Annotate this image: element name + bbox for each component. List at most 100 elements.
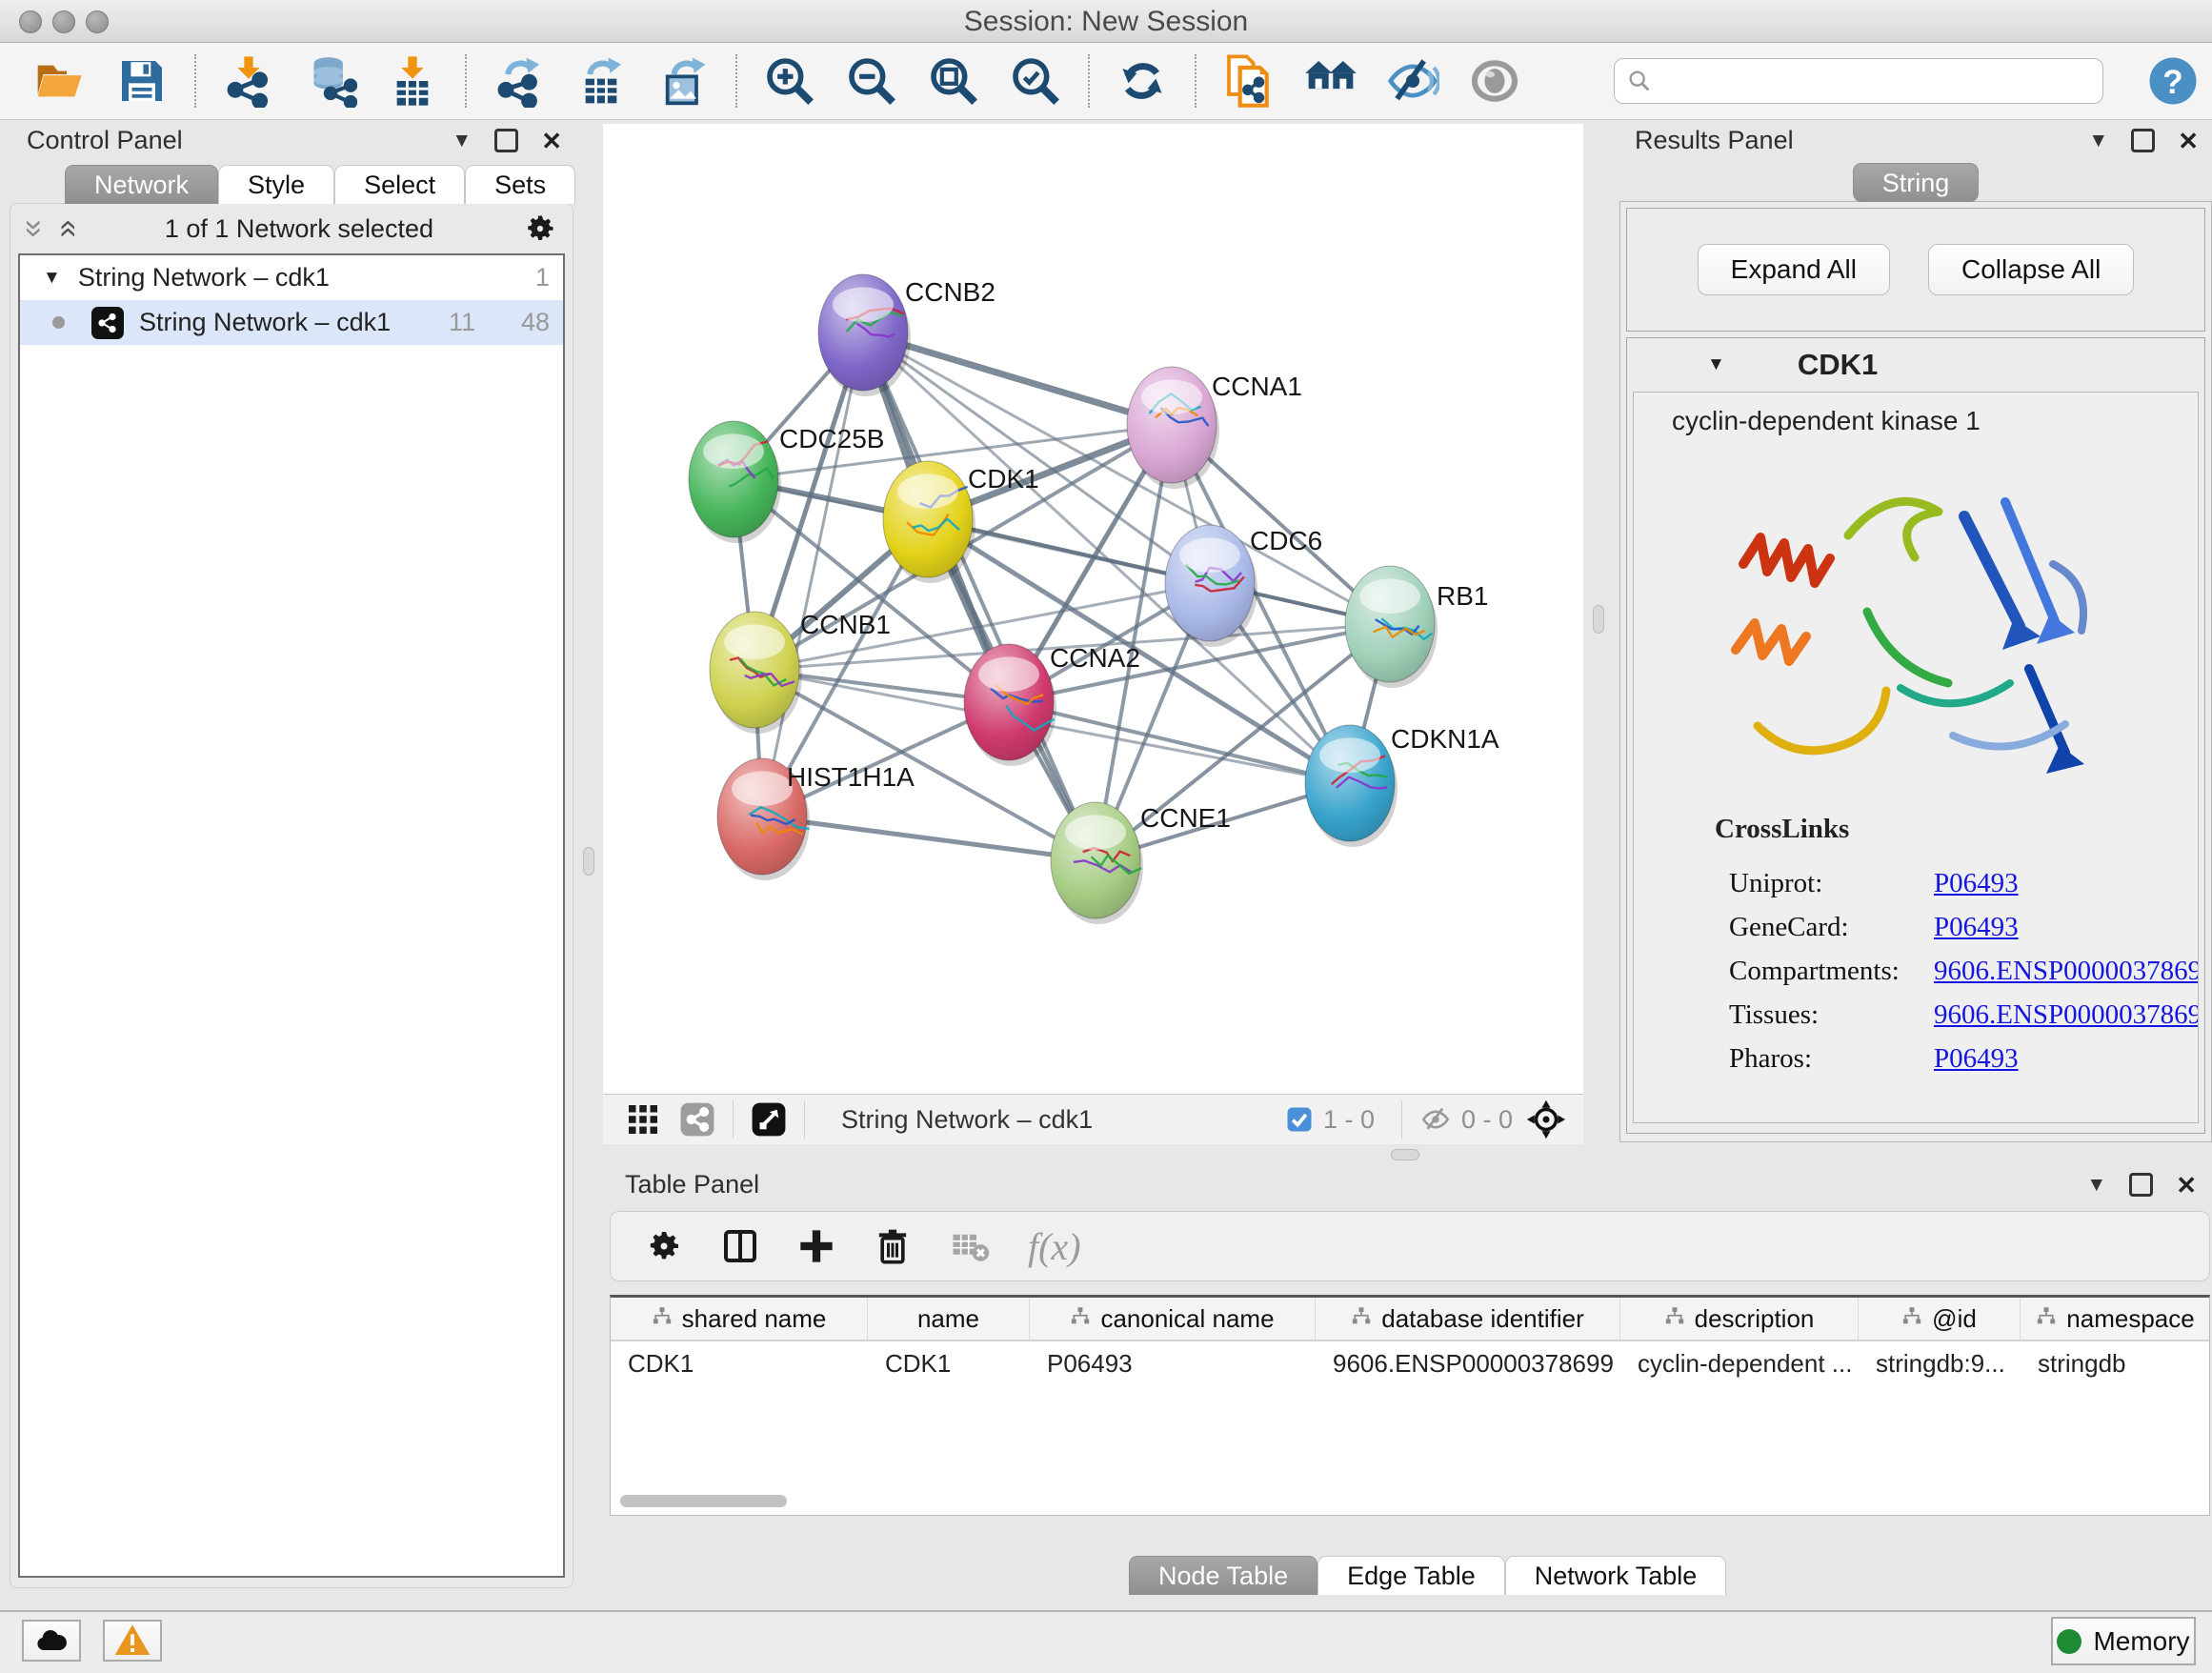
import-table-file-button[interactable]: [385, 53, 440, 109]
column-header-description[interactable]: description: [1620, 1298, 1859, 1340]
cloud-button[interactable]: [22, 1620, 81, 1662]
search-input[interactable]: [1614, 58, 2103, 104]
tab-sets[interactable]: Sets: [465, 165, 575, 204]
string-view-icon[interactable]: [679, 1101, 715, 1138]
table-cell[interactable]: stringdb: [2021, 1349, 2210, 1379]
network-collection-row[interactable]: ▼ String Network – cdk1 1: [20, 255, 563, 300]
table-hscrollbar-thumb[interactable]: [620, 1495, 787, 1507]
export-table-button[interactable]: [573, 53, 629, 109]
crosslink-link[interactable]: 9606.ENSP00000378699: [1934, 999, 2199, 1031]
column-header-databaseidentifier[interactable]: database identifier: [1316, 1298, 1620, 1340]
control-panel-close-icon[interactable]: ✕: [541, 131, 562, 151]
gene-expand-icon[interactable]: ▼: [1707, 354, 1725, 375]
column-header-canonicalname[interactable]: canonical name: [1030, 1298, 1316, 1340]
table-options-gear-icon[interactable]: [645, 1227, 683, 1265]
column-header-namespace[interactable]: namespace: [2021, 1298, 2210, 1340]
left-splitter-handle[interactable]: [583, 847, 594, 876]
grid-view-icon[interactable]: [626, 1102, 660, 1137]
birds-eye-view-icon[interactable]: [751, 1101, 787, 1138]
zoom-out-button[interactable]: [844, 53, 899, 109]
import-network-database-button[interactable]: [303, 53, 358, 109]
zoom-out-icon: [845, 54, 898, 108]
memory-status-dot: [2057, 1629, 2081, 1654]
network-node-CDC25B[interactable]: CDC25B: [689, 421, 884, 543]
bottom-splitter-handle[interactable]: [1391, 1149, 1419, 1160]
tab-edge-table[interactable]: Edge Table: [1317, 1556, 1505, 1595]
results-panel-collapse-icon[interactable]: ▼: [2088, 131, 2108, 151]
tab-network-table[interactable]: Network Table: [1505, 1556, 1727, 1595]
column-header-id[interactable]: @id: [1859, 1298, 2021, 1340]
selected-checkbox-icon[interactable]: [1285, 1105, 1314, 1134]
network-node-HIST1H1A[interactable]: HIST1H1A: [717, 758, 915, 880]
network-node-CCNB1[interactable]: CCNB1: [710, 610, 891, 734]
table-cell[interactable]: CDK1: [611, 1349, 868, 1379]
refresh-button[interactable]: [1115, 53, 1170, 109]
column-label: @id: [1932, 1304, 1977, 1334]
crosslink-link[interactable]: 9606.ENSP00000378699: [1934, 956, 2199, 987]
results-panel-title: Results Panel: [1635, 126, 1794, 155]
network-node-RB1[interactable]: RB1: [1345, 566, 1488, 688]
control-panel-float-icon[interactable]: [494, 129, 518, 152]
network-node-CDK1[interactable]: CDK1: [883, 461, 1039, 583]
hidden-eye-icon[interactable]: [1419, 1103, 1452, 1136]
expand-all-networks-icon[interactable]: »: [56, 220, 75, 238]
zoom-selected-button[interactable]: [1008, 53, 1063, 109]
network-node-CCNB2[interactable]: CCNB2: [818, 274, 995, 396]
table-cell[interactable]: CDK1: [868, 1349, 1030, 1379]
import-network-file-button[interactable]: [221, 53, 276, 109]
network-options-gear-icon[interactable]: [523, 212, 557, 246]
zoom-fit-button[interactable]: [926, 53, 981, 109]
string-import-button[interactable]: [1221, 53, 1277, 109]
table-panel-float-icon[interactable]: [2129, 1173, 2153, 1197]
network-node-CCNA1[interactable]: CCNA1: [1127, 367, 1302, 489]
table-cell[interactable]: 9606.ENSP00000378699: [1316, 1349, 1620, 1379]
fit-selected-crosshair-icon[interactable]: [1526, 1099, 1566, 1139]
table-row[interactable]: CDK1CDK1P064939606.ENSP00000378699cyclin…: [611, 1341, 2209, 1385]
table-cell[interactable]: P06493: [1030, 1349, 1316, 1379]
memory-button[interactable]: Memory: [2051, 1617, 2196, 1665]
results-panel-close-icon[interactable]: ✕: [2178, 131, 2199, 151]
table-panel-collapse-icon[interactable]: ▼: [2086, 1176, 2106, 1195]
home-networks-button[interactable]: [1303, 53, 1358, 109]
column-label: namespace: [2066, 1304, 2194, 1334]
table-cell[interactable]: cyclin-dependent ...: [1620, 1349, 1859, 1379]
export-image-icon: [656, 54, 710, 108]
hide-unhide-button[interactable]: [1385, 53, 1440, 109]
right-splitter-handle[interactable]: [1593, 605, 1604, 634]
show-columns-icon[interactable]: [721, 1227, 759, 1265]
tab-select[interactable]: Select: [334, 165, 465, 204]
crosslink-link[interactable]: P06493: [1934, 1043, 2019, 1075]
results-panel-float-icon[interactable]: [2131, 129, 2155, 152]
export-image-button[interactable]: [655, 53, 711, 109]
delete-column-trash-icon[interactable]: [874, 1227, 912, 1265]
delete-table-icon: [950, 1226, 990, 1266]
zoom-in-button[interactable]: [762, 53, 817, 109]
column-header-name[interactable]: name: [868, 1298, 1030, 1340]
houses-icon: [1304, 54, 1357, 108]
tab-string[interactable]: String: [1853, 163, 1980, 202]
warnings-button[interactable]: [103, 1620, 162, 1662]
network-row[interactable]: String Network – cdk1 11 48: [20, 300, 563, 345]
help-button[interactable]: ?: [2145, 53, 2201, 109]
show-graphics-details-button[interactable]: [1467, 53, 1522, 109]
export-network-button[interactable]: [492, 53, 547, 109]
collapse-all-button[interactable]: Collapse All: [1928, 244, 2134, 295]
create-column-plus-icon[interactable]: [797, 1227, 835, 1265]
crosslink-link[interactable]: P06493: [1934, 868, 2019, 899]
collapse-all-networks-icon[interactable]: »: [25, 220, 44, 238]
control-panel-collapse-icon[interactable]: ▼: [452, 131, 472, 151]
crosslink-link[interactable]: P06493: [1934, 912, 2019, 943]
table-panel-close-icon[interactable]: ✕: [2176, 1176, 2197, 1195]
table-cell[interactable]: stringdb:9...: [1859, 1349, 2021, 1379]
column-header-sharedname[interactable]: shared name: [611, 1298, 868, 1340]
expand-all-button[interactable]: Expand All: [1698, 244, 1890, 295]
collection-expand-icon[interactable]: ▼: [43, 268, 61, 289]
tab-style[interactable]: Style: [218, 165, 334, 204]
network-canvas[interactable]: CCNB2CCNA1CDC25BCDK1CDC6RB1CCNB1CCNA2CDK…: [603, 124, 1583, 1094]
tab-node-table[interactable]: Node Table: [1129, 1556, 1317, 1595]
open-session-button[interactable]: [32, 53, 88, 109]
tab-network[interactable]: Network: [65, 165, 218, 204]
network-node-CDKN1A[interactable]: CDKN1A: [1305, 724, 1499, 847]
network-node-CCNE1[interactable]: CCNE1: [1051, 802, 1231, 924]
save-session-button[interactable]: [114, 53, 170, 109]
